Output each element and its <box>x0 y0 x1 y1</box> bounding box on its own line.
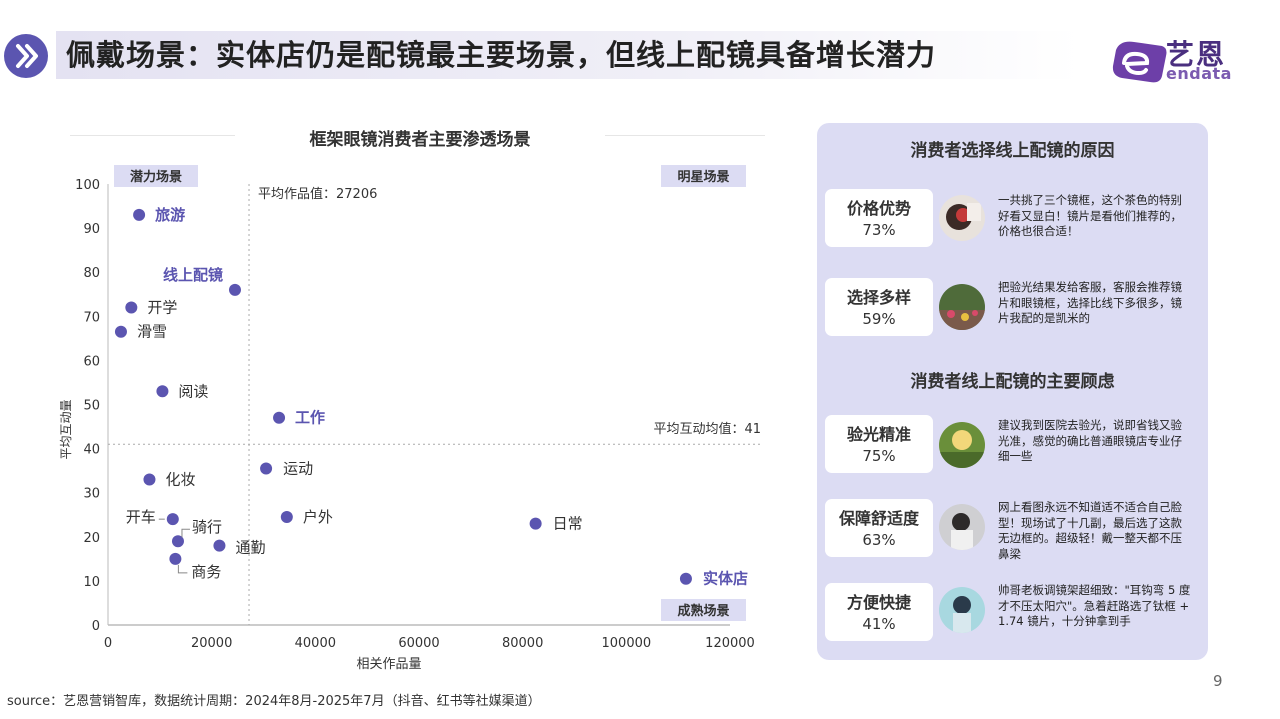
data-point <box>228 283 241 296</box>
avatar-image <box>939 195 985 241</box>
data-point <box>260 462 273 475</box>
scatter-chart: 0 20000 40000 60000 80000 100000 120000 0 10 20 30… <box>59 165 761 672</box>
x-tick-label: 120000 <box>705 636 755 651</box>
data-point <box>166 513 179 526</box>
concern-card-comfort: 保障舒适度 63% <box>825 499 933 557</box>
y-tick-label: 80 <box>83 266 100 281</box>
concern-label: 验光精准 <box>846 425 911 444</box>
data-point <box>156 385 169 398</box>
double-chevron-icon <box>4 34 48 78</box>
page-title: 佩戴场景：实体店仍是配镜最主要场景，但线上配镜具备增长潜力 <box>66 38 937 72</box>
data-point <box>133 208 146 221</box>
y-axis-label: 平均互动量 <box>59 399 73 459</box>
point-label: 通勤 <box>235 539 265 557</box>
reason-label: 价格优势 <box>846 199 911 218</box>
y-tick-label: 10 <box>83 575 100 590</box>
reason-quote: 把验光结果发给客服，客服会推荐镜片和眼镜框，选择比线下多很多，镜片我配的是凯米的 <box>998 280 1182 325</box>
concern-quote: 建议我到医院去验光，说即省钱又验光准，感觉的确比普通眼镜店专业仔细一些 <box>998 418 1182 463</box>
data-point <box>280 510 293 523</box>
page-number: 9 <box>1213 672 1223 690</box>
point-label: 化妆 <box>165 470 195 488</box>
avatar-image <box>939 422 985 468</box>
concern-label: 保障舒适度 <box>838 509 919 528</box>
point-label: 户外 <box>303 508 333 526</box>
point-label: 工作 <box>295 409 325 427</box>
x-tick-label: 100000 <box>602 636 652 651</box>
data-point <box>213 539 226 552</box>
x-axis-label: 相关作品量 <box>356 657 421 672</box>
reasons-heading: 消费者选择线上配镜的原因 <box>910 141 1115 161</box>
concern-quote: 帅哥老板调镜架超细致："耳钩弯 5 度才不压太阳穴"。急着赶路选了钛框 + 1.… <box>998 583 1191 628</box>
title-divider-left <box>70 135 235 136</box>
point-label: 阅读 <box>178 382 208 400</box>
point-label: 实体店 <box>703 570 748 588</box>
y-tick-label: 60 <box>83 354 100 369</box>
concern-percent: 75% <box>862 447 896 465</box>
data-point <box>679 572 692 585</box>
reason-label: 选择多样 <box>846 288 911 307</box>
leader-line <box>177 564 188 574</box>
y-mean-label: 平均互动均值：41 <box>653 421 761 437</box>
point-label: 开车 <box>126 508 156 526</box>
source-note: source：艺恩营销智库，数据统计周期：2024年8月-2025年7月（抖音、… <box>7 694 541 709</box>
chart-title: 框架眼镜消费者主要渗透场景 <box>309 130 531 150</box>
quadrant-label-star: 明星场景 <box>677 170 729 185</box>
x-tick-label: 40000 <box>295 636 336 651</box>
reason-percent: 59% <box>862 310 896 328</box>
data-point <box>273 411 286 424</box>
x-tick-label: 80000 <box>502 636 543 651</box>
y-tick-label: 100 <box>75 178 100 193</box>
data-point <box>529 517 542 530</box>
y-tick-label: 0 <box>92 619 100 634</box>
point-label: 旅游 <box>155 206 185 224</box>
point-label: 商务 <box>191 563 221 581</box>
y-tick-label: 30 <box>83 487 100 502</box>
y-tick-label: 70 <box>83 310 100 325</box>
x-mean-label: 平均作品值：27206 <box>258 186 377 202</box>
concern-percent: 41% <box>862 615 896 633</box>
point-label: 线上配镜 <box>163 266 223 284</box>
quadrant-label-potential: 潜力场景 <box>130 169 182 185</box>
title-divider-right <box>605 135 765 136</box>
reason-percent: 73% <box>862 221 896 239</box>
leader-line <box>181 528 190 538</box>
data-point <box>125 301 138 314</box>
data-point <box>143 473 156 486</box>
data-point <box>169 552 182 565</box>
concern-card-convenience: 方便快捷 41% <box>825 583 933 641</box>
y-tick-label: 50 <box>83 399 100 414</box>
point-label: 运动 <box>283 459 313 477</box>
concern-percent: 63% <box>862 531 896 549</box>
y-tick-label: 40 <box>83 443 100 458</box>
y-tick-label: 20 <box>83 531 100 546</box>
concern-label: 方便快捷 <box>846 593 911 612</box>
quadrant-label-mature: 成熟场景 <box>677 603 729 619</box>
y-tick-label: 90 <box>83 222 100 237</box>
point-label: 开学 <box>147 298 177 316</box>
x-tick-label: 60000 <box>398 636 439 651</box>
concern-quote: 网上看图永远不知道适不适合自己脸型！现场试了十几副，最后选了这款无边框的。超级轻… <box>998 500 1182 561</box>
concerns-heading: 消费者线上配镜的主要顾虑 <box>910 372 1115 392</box>
insight-panel: 消费者选择线上配镜的原因 价格优势 73% 一共挑了三个镜框，这个茶色的特别好看… <box>817 123 1208 660</box>
point-label: 日常 <box>553 515 583 533</box>
avatar-image <box>939 587 985 633</box>
point-label: 骑行 <box>192 518 222 536</box>
x-tick-label: 0 <box>104 636 112 651</box>
avatar-image <box>939 284 985 330</box>
data-point <box>114 325 127 338</box>
reason-card-price: 价格优势 73% <box>825 189 933 247</box>
concern-card-accuracy: 验光精准 75% <box>825 415 933 473</box>
point-label: 滑雪 <box>137 323 167 341</box>
logo-text-en: endata <box>1166 64 1232 83</box>
avatar-image <box>939 504 985 550</box>
reason-card-variety: 选择多样 59% <box>825 278 933 336</box>
reason-quote: 一共挑了三个镜框，这个茶色的特别好看又显白！镜片是看他们推荐的，价格也很合适！ <box>998 193 1182 238</box>
x-tick-label: 20000 <box>191 636 232 651</box>
